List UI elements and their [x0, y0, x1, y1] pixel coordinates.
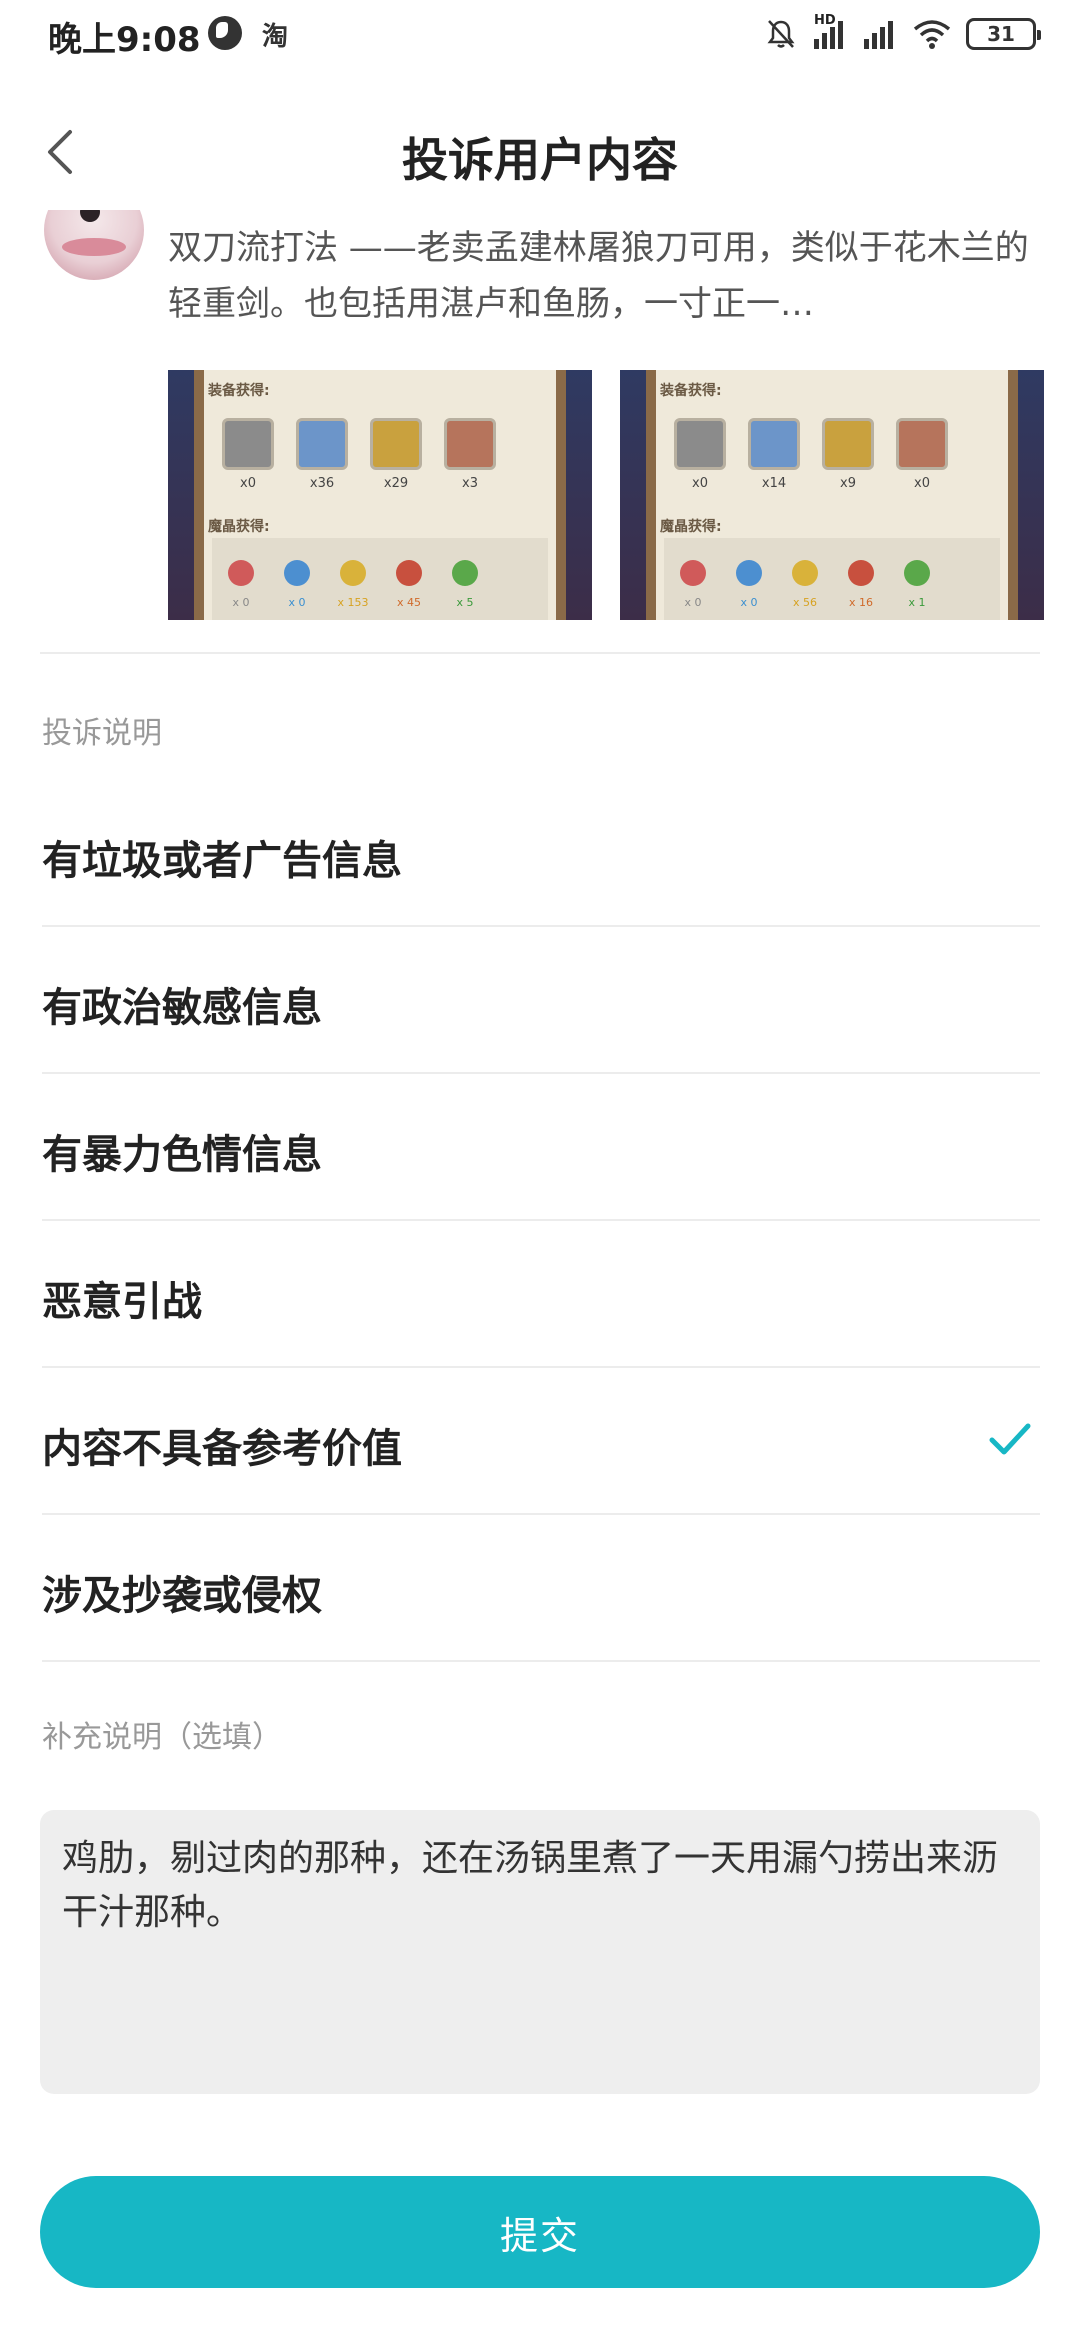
crystal-count: x 0 [740, 596, 758, 609]
chest-icon [296, 418, 348, 470]
chest-icon [444, 418, 496, 470]
crystal-icon [736, 560, 762, 586]
supplement-textarea[interactable]: 鸡肋，剔过肉的那种，还在汤锅里煮了一天用漏勺捞出来沥干汁那种。 [40, 1810, 1040, 2094]
option-label: 有暴力色情信息 [42, 1132, 322, 1178]
option-label: 有政治敏感信息 [42, 985, 322, 1031]
crystal-icon [848, 560, 874, 586]
browser-globe-icon [208, 16, 242, 50]
crystal-icon [396, 560, 422, 586]
complaint-options: 有垃圾或者广告信息 有政治敏感信息 有暴力色情信息 恶意引战 内容不具备参考价值… [42, 780, 1040, 1662]
post-image[interactable]: 装备获得: x0 x36 x29 x3 魔晶获得: x 0 x 0 x 153 … [168, 370, 592, 620]
crystal-label: 魔晶获得: [660, 519, 722, 535]
chest-icon [896, 418, 948, 470]
option-label: 有垃圾或者广告信息 [42, 838, 402, 884]
option-no-reference-value[interactable]: 内容不具备参考价值 [42, 1368, 1040, 1515]
post-image[interactable]: 装备获得: x0 x14 x9 x0 魔晶获得: x 0 x 0 x 56 x … [620, 370, 1044, 620]
mute-bell-icon [764, 17, 798, 51]
chest-count: x14 [761, 476, 787, 491]
chest-count: x0 [692, 476, 708, 491]
chest-count: x9 [840, 476, 856, 491]
equip-label: 装备获得: [208, 383, 270, 399]
crystal-count: x 0 [288, 596, 306, 609]
crystal-count: x 5 [456, 596, 474, 609]
crystal-icon [340, 560, 366, 586]
submit-button[interactable]: 提交 [40, 2176, 1040, 2288]
crystal-icon [284, 560, 310, 586]
status-bar: 晚上9:08 淘 HD 31 [0, 0, 1080, 68]
status-indicators: HD 31 [764, 13, 1041, 54]
chest-count: x0 [914, 476, 930, 491]
divider [40, 652, 1040, 654]
crystal-icon [228, 560, 254, 586]
chest-icon [370, 418, 422, 470]
chest-icon [222, 418, 274, 470]
chest-count: x3 [462, 476, 478, 491]
header: 投诉用户内容 [0, 104, 1080, 200]
option-spam-ads[interactable]: 有垃圾或者广告信息 [42, 780, 1040, 927]
chest-count: x0 [240, 476, 256, 491]
crystal-count: x 0 [232, 596, 250, 609]
signal-hd-icon: HD [812, 13, 848, 51]
wifi-icon [912, 17, 952, 51]
reported-post: 双刀流打法 ——老卖孟建林屠狼刀可用，类似于花木兰的轻重剑。也包括用湛卢和鱼肠，… [0, 210, 1080, 650]
crystal-count: x 1 [908, 596, 926, 609]
option-label: 内容不具备参考价值 [42, 1426, 402, 1472]
avatar [44, 210, 144, 280]
signal-icon [862, 17, 898, 51]
post-text: 双刀流打法 ——老卖孟建林屠狼刀可用，类似于花木兰的轻重剑。也包括用湛卢和鱼肠，… [168, 228, 1029, 324]
crystal-count: x 45 [396, 596, 421, 609]
crystal-count: x 153 [337, 596, 369, 609]
option-label: 恶意引战 [42, 1279, 202, 1325]
option-provoking[interactable]: 恶意引战 [42, 1221, 1040, 1368]
chest-icon [674, 418, 726, 470]
chest-icon [822, 418, 874, 470]
crystal-icon [904, 560, 930, 586]
crystal-count: x 0 [684, 596, 702, 609]
option-label: 涉及抄袭或侵权 [42, 1573, 322, 1619]
crystal-label: 魔晶获得: [208, 519, 270, 535]
crystal-icon [680, 560, 706, 586]
taobao-icon: 淘 [262, 22, 289, 52]
supplement-label: 补充说明（选填） [42, 1720, 282, 1755]
crystal-count: x 16 [848, 596, 873, 609]
chest-count: x29 [383, 476, 409, 491]
equip-label: 装备获得: [660, 383, 722, 399]
chest-icon [748, 418, 800, 470]
crystal-icon [792, 560, 818, 586]
complaint-section-label: 投诉说明 [42, 716, 162, 751]
option-violence-porn[interactable]: 有暴力色情信息 [42, 1074, 1040, 1221]
battery-icon: 31 [966, 18, 1041, 50]
option-political[interactable]: 有政治敏感信息 [42, 927, 1040, 1074]
option-plagiarism[interactable]: 涉及抄袭或侵权 [42, 1515, 1040, 1662]
page-title: 投诉用户内容 [402, 133, 678, 187]
status-time: 晚上9:08 [48, 20, 201, 60]
post-images: 装备获得: x0 x36 x29 x3 魔晶获得: x 0 x 0 x 153 … [168, 370, 1044, 620]
checkmark-icon [989, 1423, 1031, 1455]
crystal-count: x 56 [792, 596, 817, 609]
chest-count: x36 [309, 476, 335, 491]
crystal-icon [452, 560, 478, 586]
